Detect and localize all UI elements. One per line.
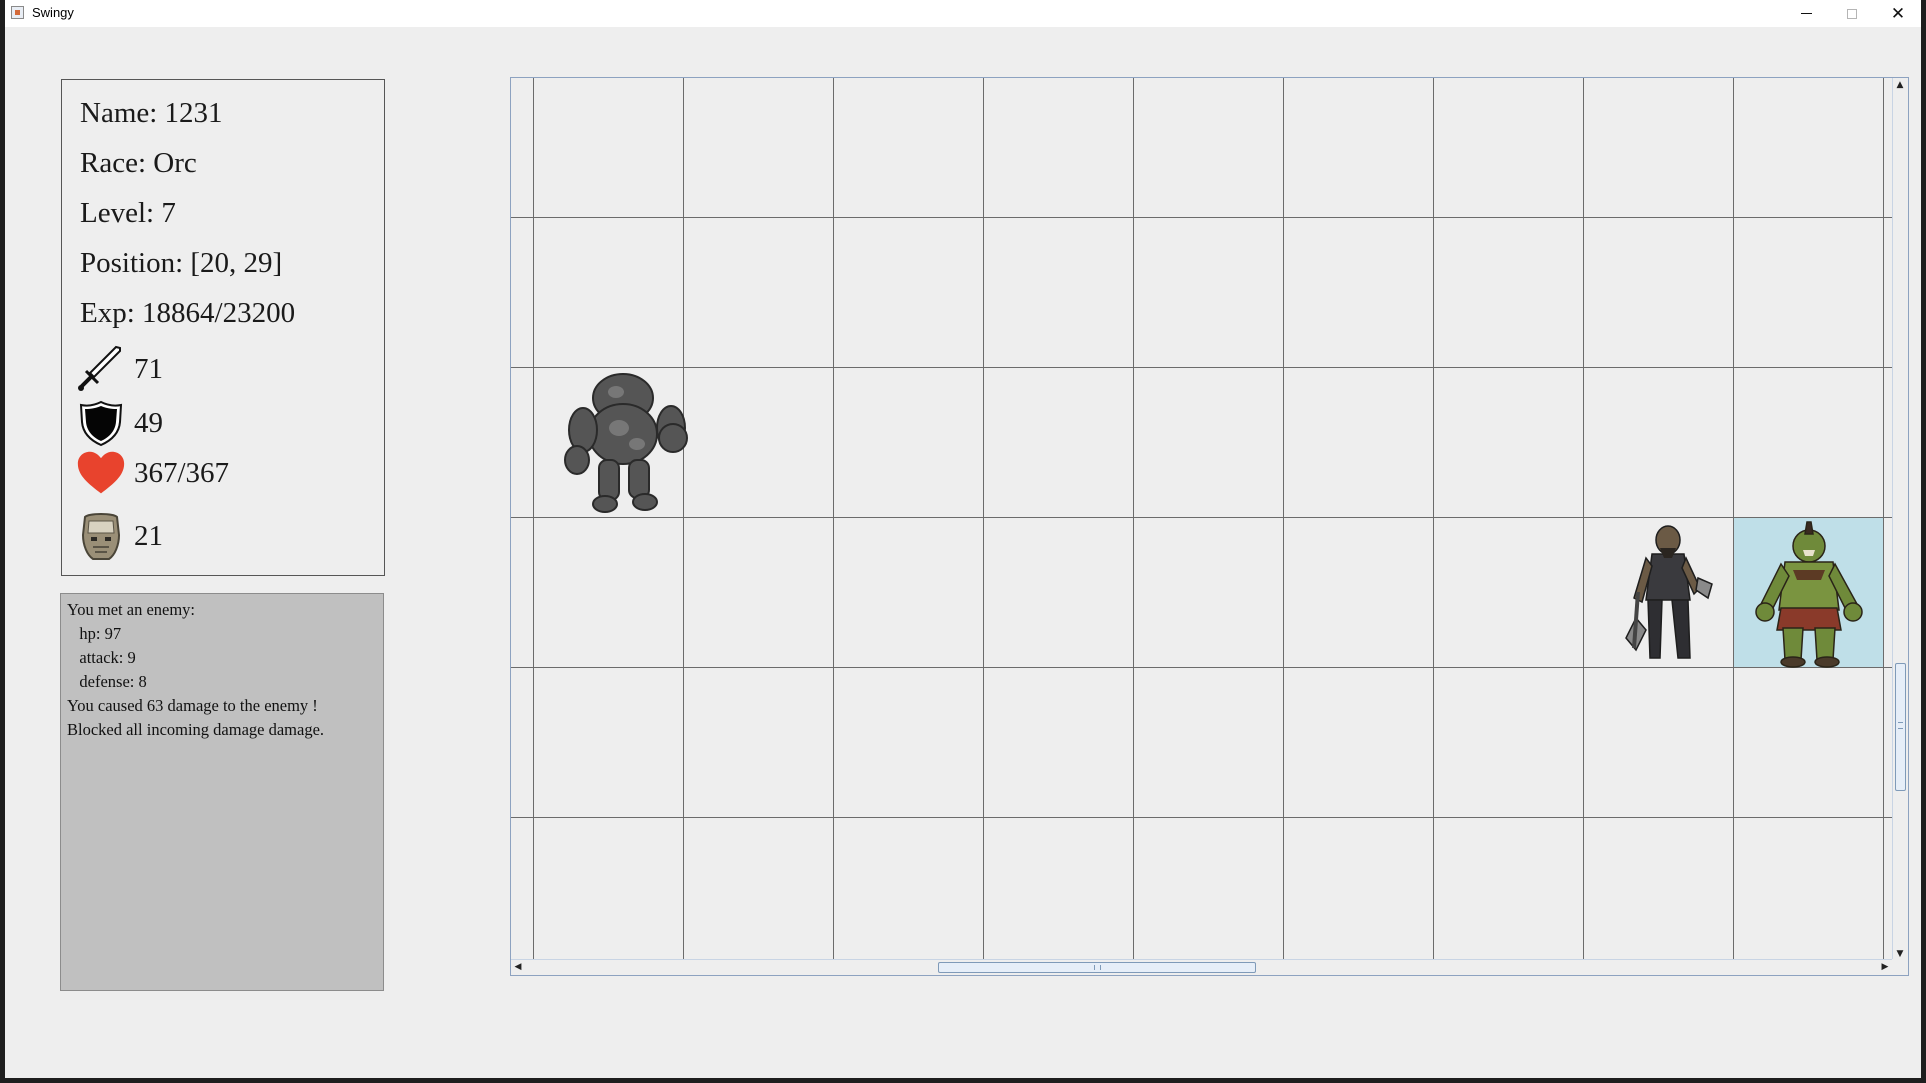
orc-warrior-sprite[interactable] xyxy=(1616,518,1716,668)
shield-icon xyxy=(76,398,126,448)
log-line: You caused 63 damage to the enemy ! xyxy=(67,696,318,715)
map-grid xyxy=(511,78,1892,961)
minimize-icon xyxy=(1800,13,1812,14)
horizontal-scroll-thumb[interactable] xyxy=(938,962,1256,973)
hero-level: Level: 7 xyxy=(80,197,176,229)
close-button[interactable]: ✕ xyxy=(1875,0,1921,27)
heart-icon xyxy=(76,448,126,498)
window-title: Swingy xyxy=(32,5,74,20)
hp-stat: 367/367 xyxy=(76,448,229,498)
orc-hero-sprite[interactable] xyxy=(1747,520,1871,668)
hp-value: 367/367 xyxy=(134,456,230,489)
grip-icon xyxy=(1898,722,1903,729)
sword-icon xyxy=(76,344,126,394)
close-icon: ✕ xyxy=(1890,3,1906,24)
maximize-button[interactable] xyxy=(1829,0,1875,27)
scroll-right-arrow-icon[interactable]: ▶ xyxy=(1878,960,1892,974)
map-scroll-pane[interactable]: ▲ ▼ ◀ ▶ xyxy=(510,77,1909,976)
minimize-button[interactable] xyxy=(1783,0,1829,27)
hero-exp: Exp: 18864/23200 xyxy=(80,297,296,329)
attack-value: 71 xyxy=(134,352,163,385)
hero-name: Name: 1231 xyxy=(80,97,223,129)
scrollbar-corner xyxy=(1892,959,1908,975)
java-app-icon xyxy=(11,6,24,19)
attack-stat: 71 xyxy=(76,344,163,394)
battle-log: You met an enemy: hp: 97 attack: 9 defen… xyxy=(60,593,384,991)
grip-icon xyxy=(1094,965,1101,970)
helm-icon xyxy=(76,511,126,561)
helm-value: 21 xyxy=(134,519,163,552)
title-bar[interactable]: Swingy ✕ xyxy=(5,0,1921,27)
log-line: hp: 97 xyxy=(67,624,122,643)
helm-stat: 21 xyxy=(76,511,163,561)
defense-stat: 49 xyxy=(76,398,163,448)
horizontal-scrollbar[interactable]: ◀ ▶ xyxy=(511,959,1892,975)
scroll-up-arrow-icon[interactable]: ▲ xyxy=(1893,78,1907,92)
log-line: You met an enemy: xyxy=(67,600,196,619)
maximize-icon xyxy=(1847,8,1857,19)
hero-position: Position: [20, 29] xyxy=(80,247,283,279)
hero-stats-panel: Name: 1231 Race: Orc Level: 7 Position: … xyxy=(61,79,385,576)
vertical-scrollbar[interactable]: ▲ ▼ xyxy=(1892,78,1908,961)
log-line: defense: 8 xyxy=(67,672,147,691)
log-line: Blocked all incoming damage damage. xyxy=(67,720,325,739)
hero-race: Race: Orc xyxy=(80,147,197,179)
defense-value: 49 xyxy=(134,406,163,439)
scroll-left-arrow-icon[interactable]: ◀ xyxy=(511,960,525,974)
vertical-scroll-thumb[interactable] xyxy=(1895,663,1906,791)
log-line: attack: 9 xyxy=(67,648,136,667)
stone-golem-sprite[interactable] xyxy=(561,368,691,516)
app-window: Swingy ✕ Name: 1231 Race: Orc Level: 7 P… xyxy=(0,0,1926,1083)
